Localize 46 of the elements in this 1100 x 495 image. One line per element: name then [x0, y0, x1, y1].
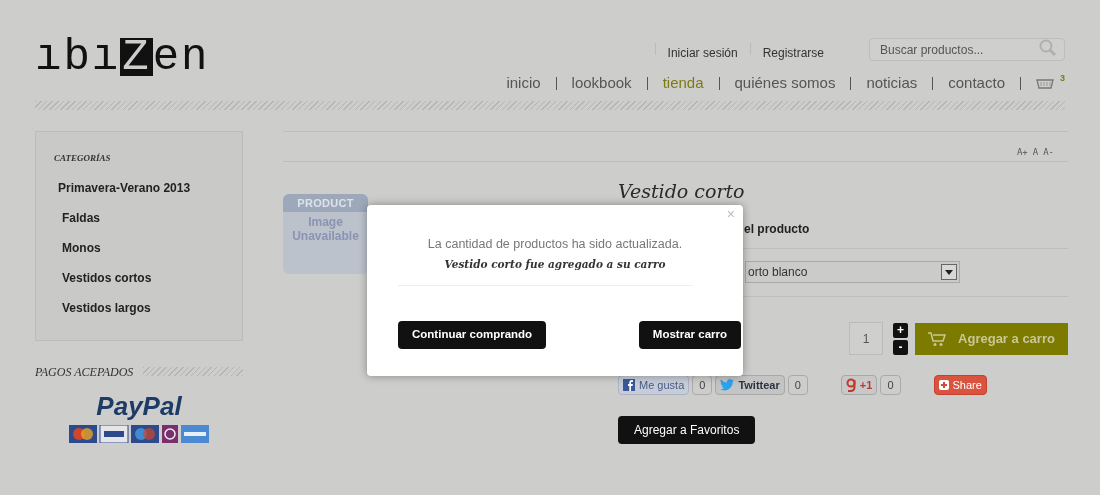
social-button[interactable]: Twittear: [715, 375, 785, 395]
product-label: el producto: [744, 221, 811, 238]
search-field[interactable]: Buscar productos...: [869, 38, 1065, 62]
placeholder-banner: PRODUCT: [283, 194, 368, 212]
basket-icon[interactable]: [1036, 77, 1054, 90]
paypal-logo: PayPal: [96, 392, 182, 419]
category-link[interactable]: Primavera-Verano 2013: [58, 179, 242, 197]
nav-link[interactable]: quiénes somos: [734, 72, 836, 95]
facebook-icon: [623, 379, 635, 391]
dialog-message: La cantidad de productos ha sido actualizada.: [427, 236, 683, 253]
section-heading: PAGOS ACEPADOS: [35, 363, 134, 381]
cart-count: 3: [1060, 71, 1065, 85]
option-select[interactable]: orto blanco: [745, 261, 960, 283]
nav-link[interactable]: lookbook: [571, 72, 632, 95]
font-size-link[interactable]: A-: [1043, 145, 1054, 159]
product-title: Vestido corto: [618, 180, 746, 202]
dropdown-icon[interactable]: [941, 264, 957, 280]
increase-button[interactable]: +: [893, 322, 908, 338]
quantity-field[interactable]: 1: [849, 322, 883, 355]
cart-icon: [928, 330, 947, 347]
plus-icon: [938, 380, 949, 390]
dialog-button[interactable]: Continuar comprando: [398, 320, 547, 349]
nav-link[interactable]: contacto: [948, 72, 1005, 95]
panel-title: CATEGORÍAS: [54, 151, 112, 165]
share-count: 0: [787, 375, 808, 395]
account-link[interactable]: Iniciar sesión: [667, 44, 738, 62]
dialog-button[interactable]: Mostrar carro: [638, 320, 741, 349]
category-link[interactable]: Monos: [62, 239, 242, 257]
card-logos-icon: [69, 424, 209, 443]
nav-link[interactable]: inicio: [506, 72, 541, 95]
font-size-link[interactable]: A+: [1016, 145, 1028, 159]
dialog-detail: Vestido corto fue agregado a su carro: [444, 256, 666, 272]
social-button[interactable]: Me gusta: [618, 375, 690, 395]
favorites-button[interactable]: Agregar a Favoritos: [618, 416, 756, 444]
category-link[interactable]: Faldas: [62, 209, 242, 227]
nav-link[interactable]: noticias: [866, 72, 918, 95]
account-link[interactable]: Registrarse: [762, 44, 824, 62]
category-link[interactable]: Vestidos cortos: [62, 269, 242, 287]
google-plus-icon: [845, 378, 856, 392]
share-button[interactable]: Share: [933, 375, 987, 395]
category-link[interactable]: Vestidos largos: [62, 299, 242, 317]
bird-icon: [720, 379, 735, 391]
font-size-link[interactable]: A: [1032, 145, 1039, 159]
share-count: 0: [692, 375, 713, 395]
decrease-button[interactable]: -: [893, 339, 908, 355]
share-count: 0: [880, 375, 901, 395]
